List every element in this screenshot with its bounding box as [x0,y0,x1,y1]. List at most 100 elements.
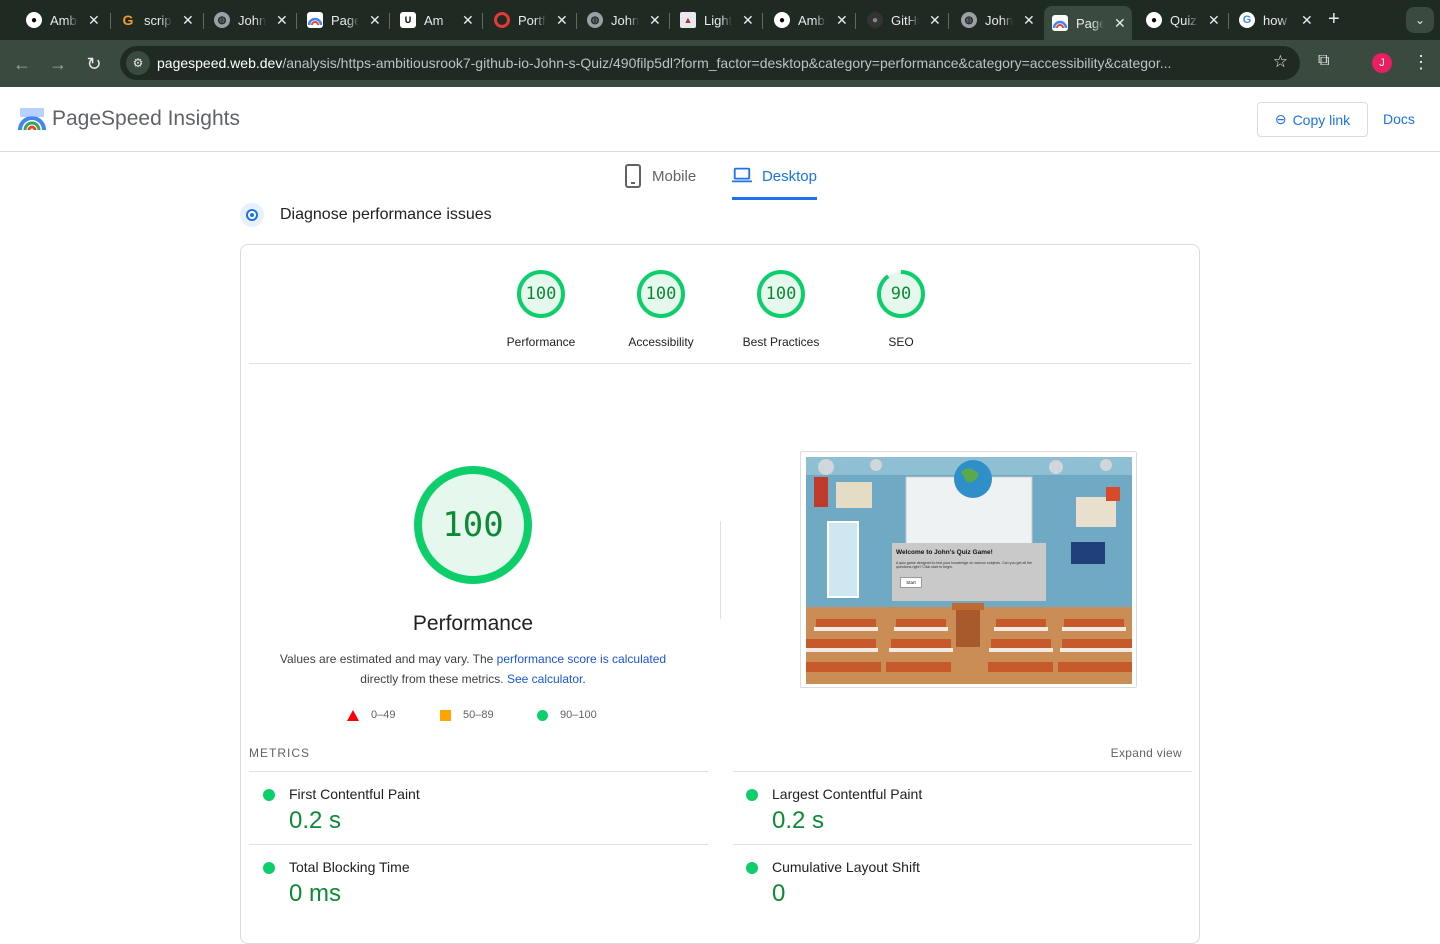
tab-search-button[interactable]: ⌄ [1406,7,1434,33]
close-icon[interactable]: ✕ [742,12,754,29]
close-icon[interactable]: ✕ [182,12,194,29]
forward-icon[interactable]: → [44,50,72,78]
close-icon[interactable]: ✕ [1023,12,1035,29]
close-icon[interactable]: ✕ [369,12,381,29]
app-title[interactable]: PageSpeed Insights [52,107,240,131]
performance-note: Values are estimated and may vary. The p… [263,649,683,689]
score-value: 100 [525,284,557,304]
see-calculator-link[interactable]: See calculator [507,672,582,686]
tab-label: Ambitious [798,12,826,28]
browser-tab[interactable]: ▲ Lighthouse ✕ [672,6,754,34]
metric-total-blocking-time: Total Blocking Time 0 ms [249,845,689,907]
close-icon[interactable]: ✕ [836,12,848,29]
tab-divider [110,13,111,29]
tab-label: PageSpeed [1076,15,1104,31]
tab-mobile[interactable]: Mobile [624,164,696,200]
expand-view-toggle[interactable]: Expand view [1111,746,1182,760]
url-host: pagespeed.web.dev [157,55,283,71]
site-info-icon[interactable]: ⚙ [126,51,150,75]
pass-dot-icon [263,862,275,874]
pagespeed-logo-icon[interactable] [18,106,46,132]
browser-tab[interactable]: ● Ambitious ✕ [766,6,848,34]
browser-tab[interactable]: ◍ John ✕ [953,6,1035,34]
tab-label: Quiz [1170,12,1197,28]
final-screenshot[interactable]: Welcome to John's Quiz Game! A quiz game… [800,451,1137,688]
tab-label: Portfolio [518,12,546,28]
screenshot-image: Welcome to John's Quiz Game! A quiz game… [806,457,1132,684]
tab-desktop[interactable]: Desktop [732,164,817,200]
note-text: . [582,672,586,686]
score-gauge-accessibility[interactable]: 100 Accessibility [601,269,721,349]
pass-dot-icon [746,789,758,801]
extensions-icon[interactable]: ⧉ [1318,52,1329,70]
address-bar[interactable]: ⚙ pagespeed.web.dev/analysis/https-ambit… [120,46,1300,80]
close-icon[interactable]: ✕ [1301,12,1313,29]
pass-dot-icon [746,862,758,874]
close-icon[interactable]: ✕ [276,12,288,29]
tab-label: PageSpeed [331,12,359,28]
browser-tab[interactable]: PageSpeed ✕ [299,6,381,34]
metric-value: 0.2 s [772,807,825,834]
score-label: Performance [506,335,576,349]
browser-tab[interactable]: U Am ✕ [392,6,474,34]
copy-link-button[interactable]: ⊖ Copy link [1257,102,1368,137]
metric-name: Total Blocking Time [289,859,410,875]
bookmark-star-icon[interactable]: ☆ [1273,52,1288,72]
tab-divider [855,13,856,29]
address-url[interactable]: pagespeed.web.dev/analysis/https-ambitio… [157,55,1267,71]
new-tab-button[interactable]: + [1328,8,1340,31]
psi-header: PageSpeed Insights ⊖ Copy link Docs [0,87,1440,152]
tab-mobile-label: Mobile [652,168,697,185]
browser-tab[interactable]: ● Ambitious ✕ [18,6,100,34]
metric-name: Largest Contentful Paint [772,786,923,802]
score-calculated-link[interactable]: performance score is calculated [497,652,666,666]
github-icon: ● [774,12,790,28]
metric-value: 0 ms [289,880,342,907]
performance-title: Performance [412,612,534,635]
browser-tab-strip: ● Ambitious ✕ G scripts ✕ ◍ John ✕ PageS… [0,0,1440,40]
tab-divider [576,13,577,29]
gauge-ring: 100 [636,269,686,319]
browser-tab[interactable]: Portfolio ✕ [486,6,568,34]
score-gauge-best-practices[interactable]: 100 Best Practices [721,269,841,349]
close-icon[interactable]: ✕ [462,12,474,29]
close-icon[interactable]: ✕ [649,12,661,29]
metric-name: Cumulative Layout Shift [772,859,920,875]
browser-tab-active[interactable]: PageSpeed ✕ [1044,6,1132,40]
browser-tab[interactable]: ◍ John ✕ [206,6,288,34]
profile-avatar[interactable]: J [1372,53,1392,73]
legend-range: 0–49 [371,709,396,721]
screenshot-start-button: Start [900,577,922,588]
browser-menu-icon[interactable]: ⋮ [1412,52,1430,73]
browser-tab[interactable]: G how ✕ [1231,6,1313,34]
close-icon[interactable]: ✕ [1208,12,1220,29]
tab-divider [389,13,390,29]
close-icon[interactable]: ✕ [1114,15,1126,32]
score-gauge-seo[interactable]: 90 SEO [841,269,961,349]
report-card: 100 Performance 100 Accessibility 100 Be… [240,244,1200,944]
legend-pass: 90–100 [537,709,597,721]
docs-link[interactable]: Docs [1383,111,1415,127]
close-icon[interactable]: ✕ [929,12,941,29]
tab-divider [762,13,763,29]
close-icon[interactable]: ✕ [88,12,100,29]
reload-icon[interactable]: ↻ [80,50,108,78]
score-value: 90 [890,284,912,304]
back-icon[interactable]: ← [8,50,36,78]
close-icon[interactable]: ✕ [556,12,568,29]
pass-dot-icon [263,789,275,801]
browser-tab[interactable]: ◍ John ✕ [579,6,661,34]
browser-tab[interactable]: ● Quiz ✕ [1138,6,1220,34]
browser-tab[interactable]: G scripts ✕ [112,6,194,34]
score-label: Best Practices [742,335,820,349]
browser-tab[interactable]: ● GitHub ✕ [859,6,941,34]
metrics-heading: METRICS [249,746,310,760]
tab-label: Ambitious [50,12,78,28]
performance-gauge-large: 100 [413,465,533,585]
classroom-illustration [806,457,1132,684]
tab-divider [1228,13,1229,29]
score-gauge-performance[interactable]: 100 Performance [481,269,601,349]
note-text: directly from these metrics. [360,672,504,686]
copy-link-label: Copy link [1292,111,1351,128]
github-icon: ● [1146,12,1162,28]
